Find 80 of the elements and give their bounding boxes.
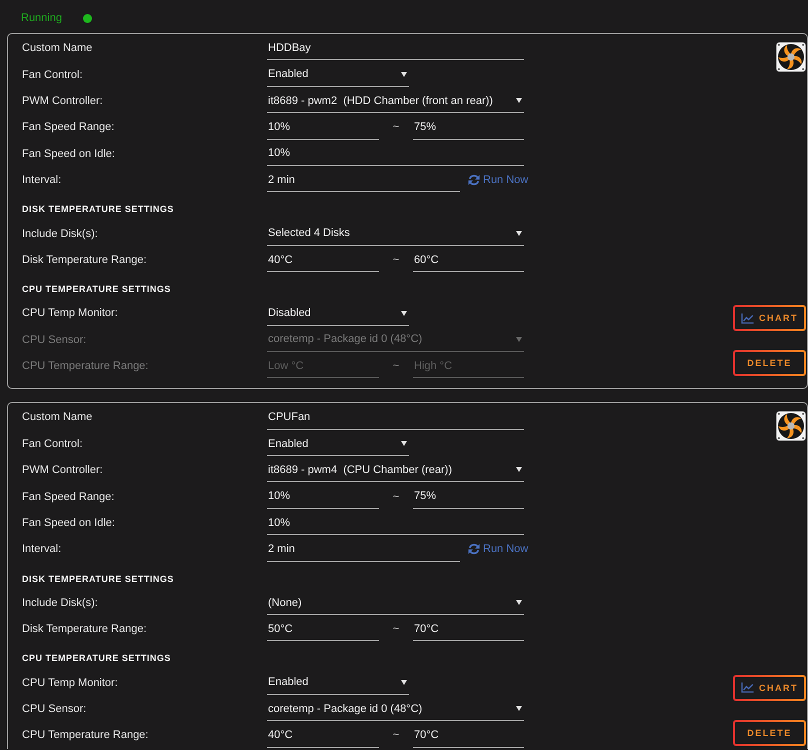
field-label: CPU Sensor: <box>22 703 88 715</box>
section-heading: DISK TEMPERATURE SETTINGS <box>22 574 174 585</box>
field-label: PWM Controller: <box>22 464 104 476</box>
chart-button[interactable]: CHART <box>733 305 806 332</box>
field-label: CPU Sensor: <box>22 334 88 346</box>
field-label: Fan Speed on Idle: <box>22 517 116 530</box>
field-label: Fan Speed on Idle: <box>22 148 116 160</box>
text-field[interactable]: 75% <box>413 488 524 509</box>
caret-icon <box>401 310 407 316</box>
text-field[interactable]: 70°C <box>413 726 524 748</box>
text-field[interactable]: 40°C <box>267 726 379 748</box>
field-label: Disk Temperature Range: <box>22 623 148 636</box>
field-label: Fan Speed Range: <box>22 490 116 503</box>
caret-icon <box>516 336 522 342</box>
caret-icon <box>401 680 407 685</box>
field-label: Interval: <box>22 174 62 186</box>
chart-button[interactable]: CHART <box>733 674 806 701</box>
text-field[interactable]: HDDBay <box>267 39 524 60</box>
field-label: CPU Temperature Range: <box>22 360 150 372</box>
refresh-icon <box>468 174 480 186</box>
text-field[interactable]: CPUFan <box>267 408 524 430</box>
field-label: Disk Temperature Range: <box>22 254 148 266</box>
range-separator: ~ <box>392 254 400 266</box>
field-label: CPU Temp Monitor: <box>22 676 119 689</box>
caret-icon <box>516 98 522 104</box>
range-separator: ~ <box>392 729 400 742</box>
chart-icon <box>741 312 754 324</box>
caret-icon <box>516 230 522 236</box>
select-field[interactable]: Enabled <box>267 674 409 695</box>
text-field[interactable]: 75% <box>413 118 524 140</box>
text-field[interactable]: 70°C <box>413 620 524 642</box>
text-field[interactable]: 40°C <box>267 251 379 272</box>
select-field[interactable]: Enabled <box>267 66 409 87</box>
field-label: CPU Temperature Range: <box>22 729 150 742</box>
text-field[interactable]: 10% <box>267 514 524 536</box>
field-label: Custom Name <box>22 42 94 54</box>
status-label: Running <box>21 12 62 24</box>
section-heading: CPU TEMPERATURE SETTINGS <box>22 653 171 664</box>
range-separator: ~ <box>392 490 400 503</box>
chart-icon <box>741 682 754 694</box>
select-field[interactable]: Disabled <box>267 304 409 326</box>
select-field[interactable]: it8689 - pwm4 (CPU Chamber (rear)) <box>267 461 524 482</box>
text-field[interactable]: 10% <box>267 118 379 140</box>
select-field[interactable]: it8689 - pwm2 (HDD Chamber (front an rear)) <box>267 92 524 114</box>
select-field[interactable]: coretemp - Package id 0 (48°C) <box>267 700 524 722</box>
run-now-button[interactable]: Run Now <box>468 174 528 186</box>
field-label: Include Disk(s): <box>22 228 99 240</box>
range-separator: ~ <box>392 121 400 134</box>
caret-icon <box>516 706 522 712</box>
field-label: Fan Control: <box>22 438 84 450</box>
fan-icon <box>776 42 806 72</box>
field-label: Fan Speed Range: <box>22 121 116 134</box>
fan-icon <box>776 411 806 442</box>
field-label: CPU Temp Monitor: <box>22 307 119 320</box>
range-separator: ~ <box>392 360 400 372</box>
refresh-icon <box>468 543 480 556</box>
text-field[interactable]: 2 min <box>267 171 460 192</box>
caret-icon <box>516 467 522 472</box>
text-field[interactable]: 10% <box>267 144 524 166</box>
delete-button[interactable]: DELETE <box>733 720 806 746</box>
field-label: Custom Name <box>22 411 94 424</box>
section-heading: DISK TEMPERATURE SETTINGS <box>22 204 174 216</box>
select-field[interactable]: Enabled <box>267 435 409 456</box>
caret-icon <box>401 72 407 77</box>
text-field[interactable]: 50°C <box>267 620 379 642</box>
text-field[interactable]: 60°C <box>413 251 524 272</box>
field-label: Interval: <box>22 543 62 556</box>
run-now-button[interactable]: Run Now <box>468 543 528 556</box>
field-label: PWM Controller: <box>22 94 104 107</box>
field-label: Include Disk(s): <box>22 596 99 609</box>
range-separator: ~ <box>392 623 400 636</box>
select-field[interactable]: (None) <box>267 594 524 616</box>
select-field[interactable]: Selected 4 Disks <box>267 224 524 246</box>
delete-button[interactable]: DELETE <box>733 350 806 376</box>
section-heading: CPU TEMPERATURE SETTINGS <box>22 284 171 296</box>
text-field[interactable]: 10% <box>267 488 379 509</box>
caret-icon <box>516 600 522 606</box>
caret-icon <box>401 441 407 446</box>
text-field[interactable]: 2 min <box>267 540 460 562</box>
field-label: Fan Control: <box>22 68 84 81</box>
